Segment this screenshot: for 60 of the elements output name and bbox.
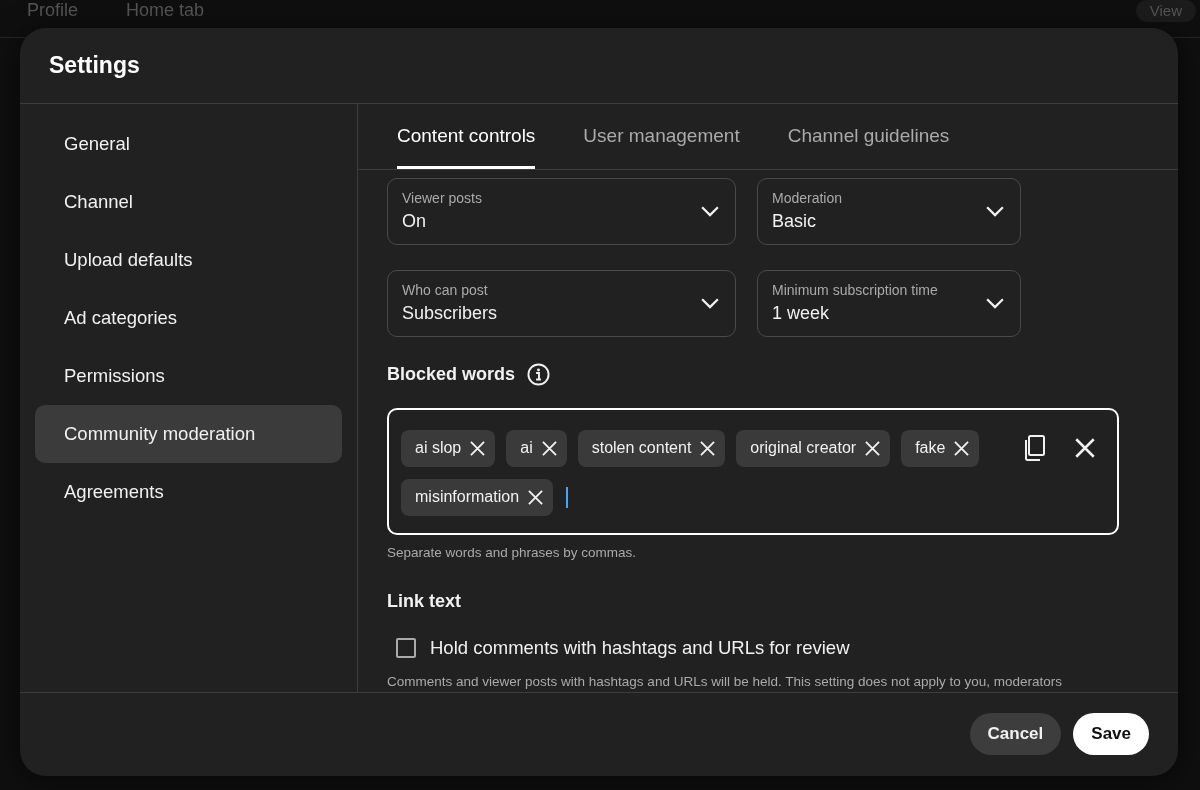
dropdown-field[interactable]: Who can post Subscribers: [387, 269, 736, 337]
chevron-down-icon: [986, 205, 1004, 217]
helper-text: Separate words and phrases by commas.: [387, 543, 638, 562]
dropdown-label: Viewer posts: [402, 189, 483, 207]
sidebar-item[interactable]: Channel: [35, 173, 342, 231]
info-icon: [527, 362, 551, 386]
dialog-title: Settings: [49, 51, 140, 81]
remove-tag-button[interactable]: [470, 440, 486, 456]
tag-label: original creator: [750, 438, 857, 459]
sidebar-item[interactable]: Upload defaults: [35, 231, 342, 289]
tab[interactable]: Content controls: [397, 104, 536, 169]
copy-button[interactable]: [1023, 435, 1045, 462]
dropdown-field[interactable]: Moderation Basic: [757, 177, 1021, 245]
tab[interactable]: User management: [583, 104, 740, 169]
dropdown-label: Minimum subscription time: [772, 281, 939, 299]
dropdown-value: Basic: [772, 209, 817, 233]
sidebar-item[interactable]: General: [35, 115, 342, 173]
dropdown-value: Subscribers: [402, 301, 499, 325]
close-icon: [700, 440, 716, 456]
close-icon: [865, 440, 881, 456]
dropdown-field[interactable]: Minimum subscription time 1 week: [757, 269, 1021, 337]
close-icon: [541, 440, 557, 456]
chevron-down-icon: [701, 297, 719, 309]
close-icon: [954, 440, 970, 456]
remove-tag-button[interactable]: [541, 440, 557, 456]
sidebar-item[interactable]: Agreements: [35, 463, 342, 521]
checkbox[interactable]: [396, 637, 416, 658]
section-heading: Link text: [387, 590, 462, 612]
dropdown-label: Moderation: [772, 189, 844, 207]
clear-button[interactable]: [1075, 438, 1095, 459]
text-cursor-icon: [566, 486, 569, 508]
sidebar-item[interactable]: Community moderation: [35, 405, 342, 463]
dropdown-value: 1 week: [772, 301, 831, 325]
chevron-down-icon: [986, 297, 1004, 309]
sidebar-item[interactable]: Ad categories: [35, 289, 342, 347]
remove-tag-button[interactable]: [700, 440, 716, 456]
tag-label: misinformation: [415, 487, 520, 508]
dropdown-label: Who can post: [402, 281, 489, 299]
section-heading: Blocked words: [387, 363, 516, 386]
chevron-down-icon: [701, 205, 719, 217]
close-icon: [470, 440, 486, 456]
tag-label: ai slop: [415, 438, 462, 459]
dropdown-value: On: [402, 209, 427, 233]
checkbox-label[interactable]: Hold comments with hashtags and URLs for review: [430, 634, 850, 662]
close-icon: [528, 489, 544, 505]
remove-tag-button[interactable]: [865, 440, 881, 456]
tag-input-field[interactable]: ai slop ai stolen content original creator fake misinformation: [387, 407, 1119, 535]
tab[interactable]: Channel guidelines: [787, 104, 950, 169]
dropdown-field[interactable]: Viewer posts On: [387, 177, 736, 245]
copy-icon: [1023, 435, 1045, 462]
tag-label: ai: [520, 438, 533, 459]
tag-label: stolen content: [591, 438, 692, 459]
tag-label: fake: [915, 438, 946, 459]
close-icon: [1075, 438, 1095, 459]
save-button[interactable]: Save: [1073, 713, 1149, 755]
remove-tag-button[interactable]: [954, 440, 970, 456]
remove-tag-button[interactable]: [528, 489, 544, 505]
sidebar-item[interactable]: Permissions: [35, 347, 342, 405]
description-text: Comments and viewer posts with hashtags and URLs will be held. This setting does not apply to you, moderators: [387, 672, 1064, 691]
cancel-button[interactable]: Cancel: [969, 713, 1062, 755]
